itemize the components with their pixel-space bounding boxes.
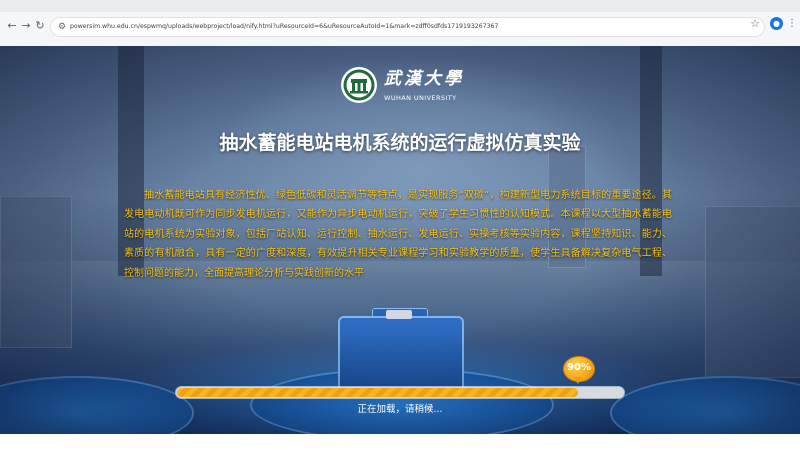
tab-strip	[0, 0, 800, 12]
university-emblem-icon	[341, 67, 377, 103]
loading-status-text: 正在加载，请稍候...	[357, 404, 443, 415]
browser-toolbar: ← → ↻ ⚙ powersim.whu.edu.cn/espwmq/uploa…	[0, 14, 800, 40]
site-info-icon[interactable]: ⚙	[56, 21, 68, 33]
progress-percent-bubble: 90%	[563, 356, 595, 384]
loading-progress-fill	[177, 388, 578, 397]
address-bar[interactable]: ⚙ powersim.whu.edu.cn/espwmq/uploads/web…	[50, 17, 765, 37]
profile-avatar-icon[interactable]: ●	[770, 17, 783, 30]
university-logo: 武漢大學 WUHAN UNIVERSITY	[340, 66, 464, 106]
progress-percent-label: 90%	[567, 362, 591, 373]
url-text[interactable]: powersim.whu.edu.cn/espwmq/uploads/webpr…	[70, 20, 710, 34]
loading-screen: 武漢大學 WUHAN UNIVERSITY 抽水蓄能电站电机系统的运行虚拟仿真实…	[0, 46, 800, 434]
university-name-cn: 武漢大學	[384, 69, 464, 89]
browser-menu-icon[interactable]: ⋮	[787, 17, 797, 31]
browser-chrome: ← → ↻ ⚙ powersim.whu.edu.cn/espwmq/uploa…	[0, 0, 800, 47]
loading-progress-bar	[176, 387, 624, 398]
university-name-en: WUHAN UNIVERSITY	[384, 94, 457, 102]
bookmark-star-icon[interactable]: ☆	[748, 17, 762, 31]
page-title: 抽水蓄能电站电机系统的运行虚拟仿真实验	[219, 132, 581, 154]
reload-icon[interactable]: ↻	[32, 18, 48, 34]
course-description: 抽水蓄能电站具有经济性优、绿色低碳和灵活调节等特点，是实现服务“双碳”，构建新型…	[124, 190, 672, 279]
